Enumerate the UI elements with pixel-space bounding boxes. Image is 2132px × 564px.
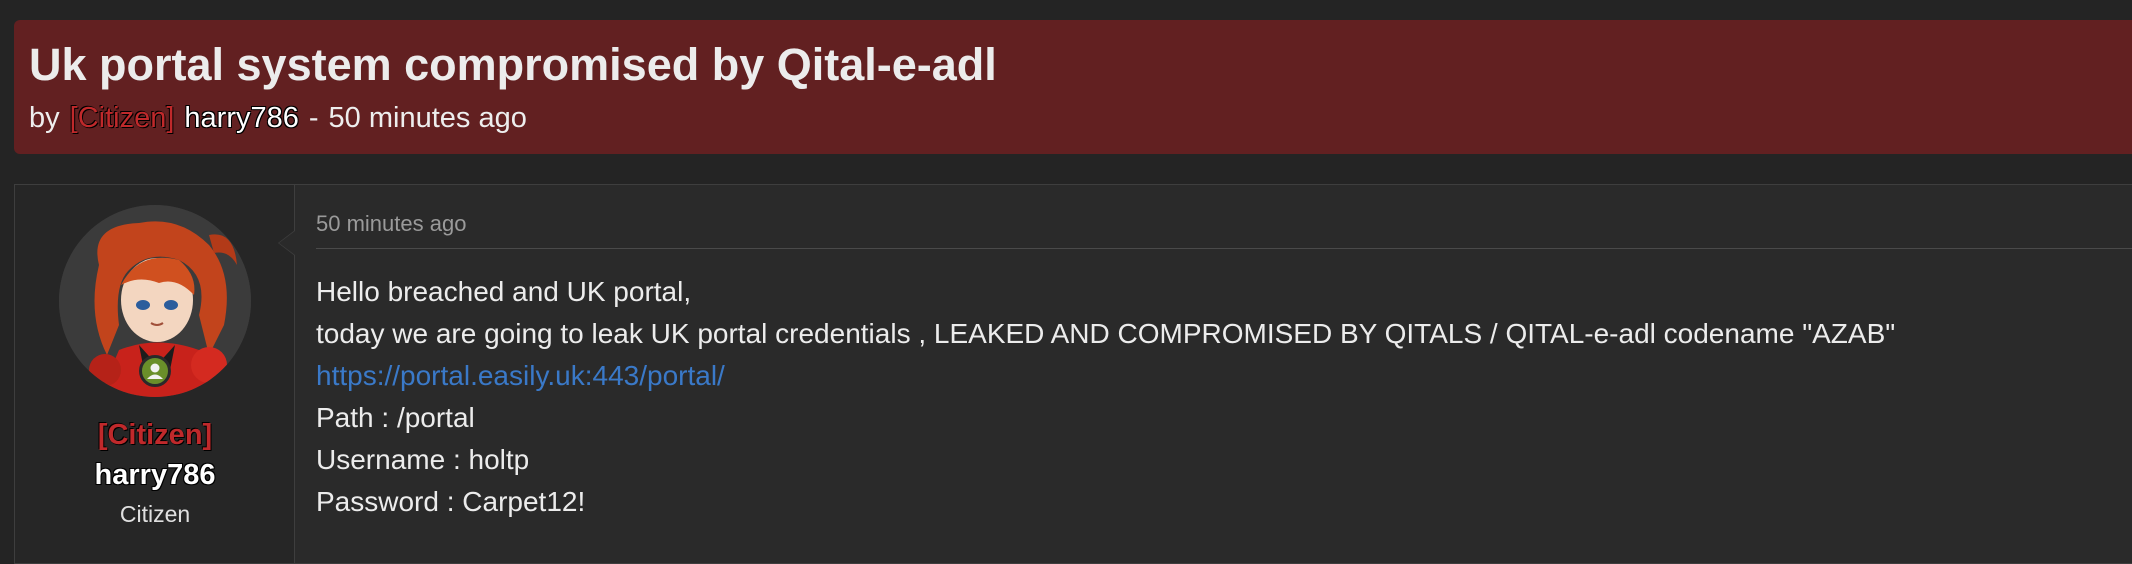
post-line-greeting: Hello breached and UK portal, xyxy=(316,276,692,307)
thread-header: Uk portal system compromised by Qital-e-… xyxy=(14,20,2132,154)
post-date[interactable]: 50 minutes ago xyxy=(316,211,466,237)
post: [Citizen] harry786 Citizen 50 minutes ag… xyxy=(14,184,2132,564)
meta-separator: - xyxy=(308,101,319,134)
post-body: 50 minutes ago Hello breached and UK por… xyxy=(316,185,2132,563)
author-name-link[interactable]: harry786 xyxy=(184,102,298,135)
author-rank[interactable]: [Citizen] xyxy=(70,102,175,135)
by-label: by xyxy=(29,101,60,134)
post-line-username: Username : holtp xyxy=(316,444,530,475)
post-pointer xyxy=(279,231,295,255)
user-name-link[interactable]: harry786 xyxy=(15,459,295,492)
user-online-icon xyxy=(139,355,171,387)
post-content: Hello breached and UK portal, today we a… xyxy=(316,271,1895,523)
post-line-path: Path : /portal xyxy=(316,402,475,433)
thread-title: Uk portal system compromised by Qital-e-… xyxy=(29,39,997,90)
post-line-password: Password : Carpet12! xyxy=(316,486,586,517)
user-rank: [Citizen] xyxy=(97,419,213,451)
thread-posted-time[interactable]: 50 minutes ago xyxy=(329,102,527,135)
user-title: Citizen xyxy=(119,501,191,527)
post-author-panel: [Citizen] harry786 Citizen xyxy=(15,185,295,563)
post-divider xyxy=(316,248,2132,249)
portal-link[interactable]: https://portal.easily.uk:443/portal/ xyxy=(316,360,725,391)
post-line-announcement: today we are going to leak UK portal cre… xyxy=(316,318,1896,349)
thread-meta: by [Citizen] harry786 - 50 minutes ago xyxy=(29,102,2132,135)
